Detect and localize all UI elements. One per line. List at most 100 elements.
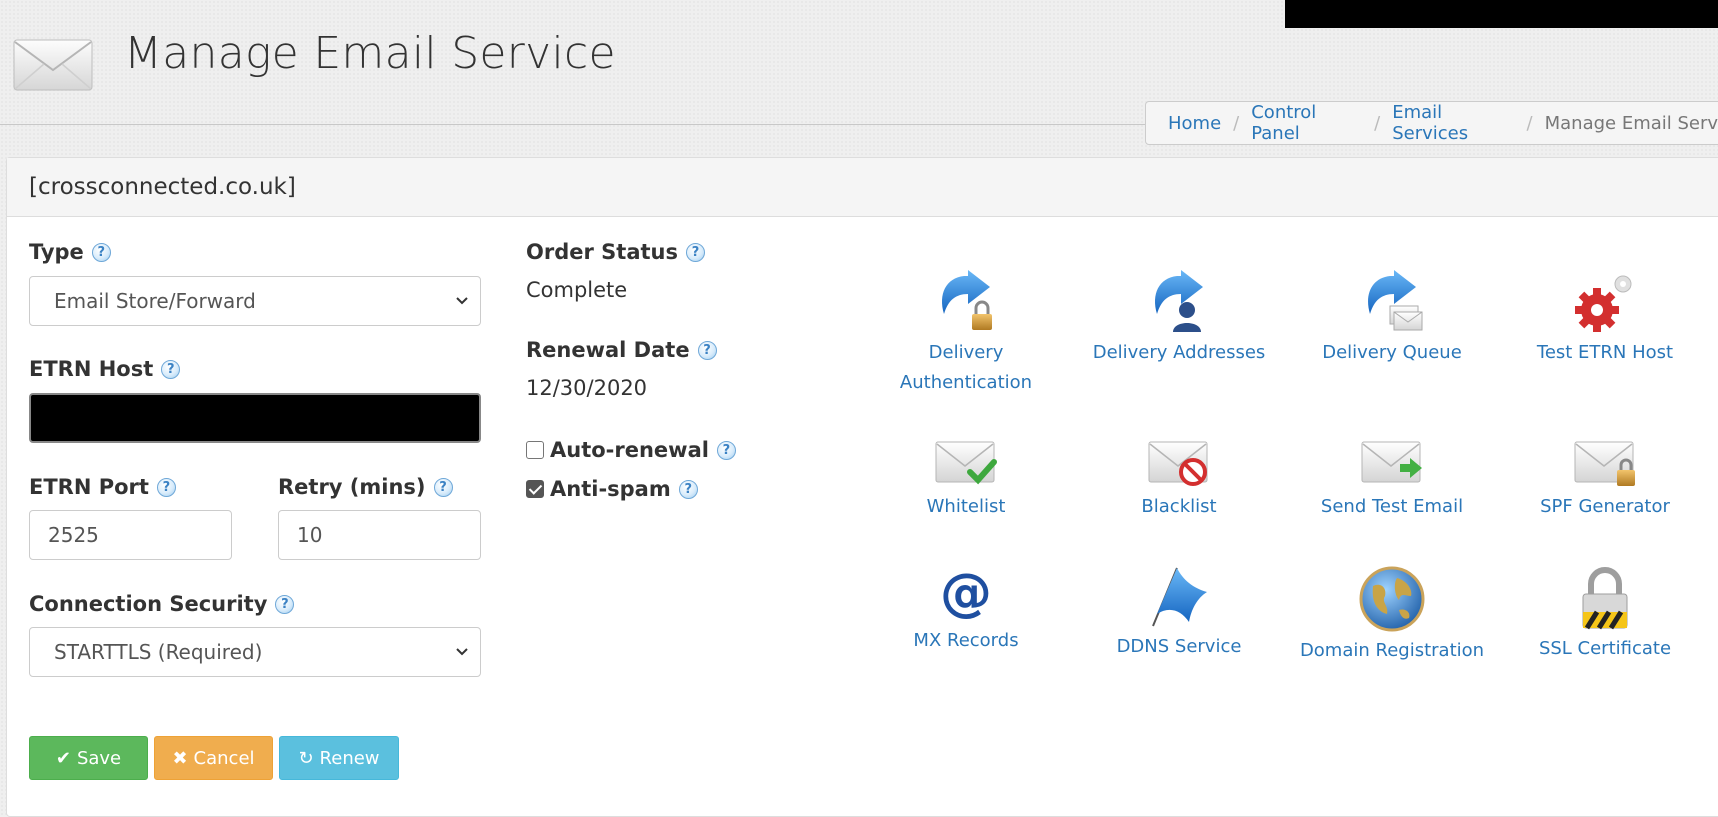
tool-mx-records[interactable]: @ MX Records [866,566,1066,656]
gears-icon [1575,275,1632,332]
panel-heading: [crossconnected.co.uk] [7,158,1718,217]
type-label: Type? [29,240,111,264]
delivery-addresses-icon [1155,270,1203,332]
connection-security-select[interactable]: STARTTLS (Required) [29,627,481,677]
etrn-port-label-text: ETRN Port [29,475,149,499]
title-divider [0,124,1150,125]
order-status-value: Complete [526,278,628,302]
breadcrumb-email-services[interactable]: Email Services [1392,102,1514,144]
auto-renewal-checkbox[interactable]: Auto-renewal? [526,438,736,462]
delivery-queue-icon [1368,270,1423,331]
help-icon[interactable]: ? [433,477,453,497]
envelope-block-icon [1148,441,1208,486]
tool-label: Send Test Email [1320,496,1464,517]
tool-whitelist[interactable]: Whitelist [866,438,1066,522]
tool-blacklist[interactable]: Blacklist [1079,438,1279,522]
renew-button[interactable]: ↻ Renew [279,736,399,780]
tool-label: Delivery Addresses [1092,342,1266,363]
cancel-button-label: Cancel [193,747,255,769]
retry-value: 10 [297,523,323,547]
tool-send-test-email[interactable]: Send Test Email [1292,438,1492,522]
renewal-date-value: 12/30/2020 [526,376,648,400]
connection-security-label-text: Connection Security [29,592,268,616]
refresh-icon: ↻ [298,747,314,769]
cancel-button[interactable]: ✖ Cancel [154,736,273,780]
tool-label: Test ETRN Host [1536,342,1674,363]
tool-label: SSL Certificate [1538,638,1672,659]
auto-renewal-label: Auto-renewal [550,438,709,462]
breadcrumb-separator: / [1374,112,1381,134]
checkbox-checked[interactable] [526,480,544,498]
help-icon[interactable]: ? [716,440,736,460]
tool-ssl-certificate[interactable]: SSL Certificate [1505,566,1705,664]
retry-label-text: Retry (mins) [278,475,426,499]
etrn-port-value: 2525 [48,523,99,547]
envelope-send-icon [1361,441,1422,483]
tool-label: Domain Registration [1299,640,1485,661]
save-button-label: Save [76,747,122,769]
tool-domain-registration[interactable]: Domain Registration [1292,566,1492,666]
page-title: Manage Email Service [124,28,616,79]
etrn-port-label: ETRN Port? [29,475,176,499]
at-sign-icon: @ [940,566,992,622]
tool-label: Delivery Authentication [899,342,1033,393]
tool-label: SPF Generator [1540,496,1670,517]
help-icon[interactable]: ? [156,477,176,497]
tool-delivery-addresses[interactable]: Delivery Addresses [1079,270,1279,368]
tool-test-etrn-host[interactable]: Test ETRN Host [1505,270,1705,368]
flag-icon [1152,567,1207,627]
tool-delivery-authentication[interactable]: Delivery Authentication [866,270,1066,398]
envelope-icon [13,39,93,91]
renewal-date-label-text: Renewal Date [526,338,690,362]
help-icon[interactable]: ? [697,340,717,360]
breadcrumb-home[interactable]: Home [1168,113,1221,134]
tool-label: Delivery Queue [1322,342,1462,363]
close-icon: ✖ [172,747,188,769]
anti-spam-checkbox[interactable]: Anti-spam? [526,477,698,501]
breadcrumb-separator: / [1526,112,1533,134]
breadcrumb-separator: / [1233,112,1240,134]
tool-label: Blacklist [1141,496,1217,517]
delivery-authentication-icon [942,270,992,330]
connection-security-value: STARTTLS (Required) [54,640,263,664]
check-icon: ✔ [55,747,71,769]
order-status-label: Order Status? [526,240,705,264]
etrn-host-input[interactable] [29,393,481,443]
type-label-text: Type [29,240,84,264]
chevron-down-icon [456,297,468,305]
etrn-port-input[interactable]: 2525 [29,510,232,560]
help-icon[interactable]: ? [685,242,705,262]
tool-label: DDNS Service [1116,636,1242,657]
connection-security-label: Connection Security? [29,592,295,616]
retry-input[interactable]: 10 [278,510,481,560]
envelope-lock-icon [1574,441,1635,486]
type-select-value: Email Store/Forward [54,289,256,313]
renew-button-label: Renew [319,747,380,769]
etrn-host-label-text: ETRN Host [29,357,154,381]
checkbox-unchecked[interactable] [526,441,544,459]
save-button[interactable]: ✔ Save [29,736,148,780]
tool-spf-generator[interactable]: SPF Generator [1505,438,1705,522]
padlock-icon [1582,567,1628,630]
chevron-down-icon [456,648,468,656]
etrn-host-label: ETRN Host? [29,357,181,381]
envelope-check-icon [935,441,997,485]
tool-label: Whitelist [926,496,1006,517]
redacted-region [1285,0,1718,28]
retry-label: Retry (mins)? [278,475,453,499]
renewal-date-label: Renewal Date? [526,338,717,362]
help-icon[interactable]: ? [91,242,111,262]
tool-label: MX Records [913,630,1019,651]
breadcrumb: Home / Control Panel / Email Services / … [1145,101,1718,145]
anti-spam-label: Anti-spam [550,477,671,501]
svg-text:@: @ [940,566,992,622]
help-icon[interactable]: ? [275,594,295,614]
order-status-label-text: Order Status [526,240,678,264]
tool-ddns-service[interactable]: DDNS Service [1079,566,1279,662]
help-icon[interactable]: ? [161,359,181,379]
type-select[interactable]: Email Store/Forward [29,276,481,326]
globe-icon [1359,566,1425,632]
help-icon[interactable]: ? [678,479,698,499]
breadcrumb-control-panel[interactable]: Control Panel [1251,102,1362,144]
tool-delivery-queue[interactable]: Delivery Queue [1292,270,1492,368]
